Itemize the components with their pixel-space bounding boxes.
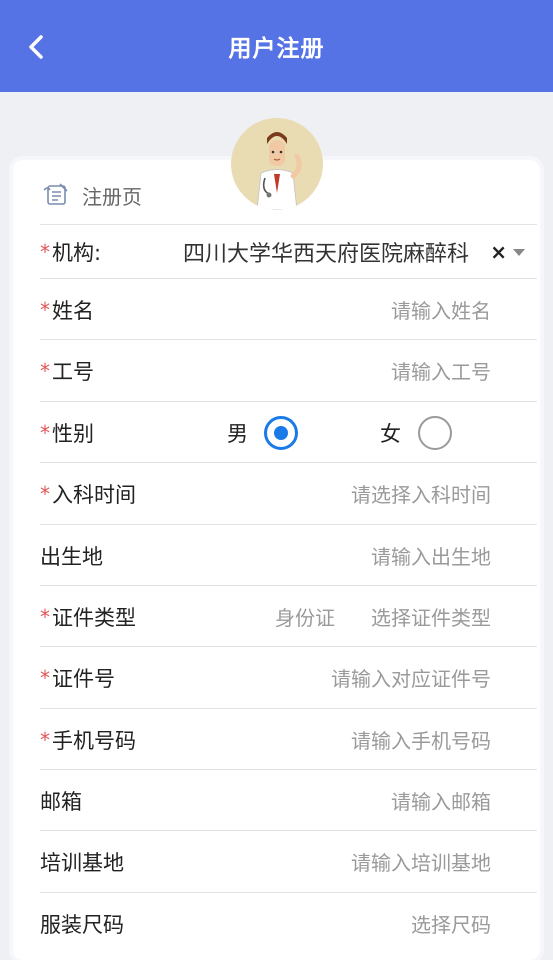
select-id-type-button[interactable]: 选择证件类型: [371, 602, 491, 631]
id-number-input[interactable]: 请输入对应证件号: [331, 663, 491, 692]
staff-id-input[interactable]: 请输入工号: [391, 356, 491, 385]
id-number-label: 证件号: [52, 666, 115, 691]
back-button[interactable]: [22, 33, 50, 61]
male-radio[interactable]: [264, 415, 298, 450]
birthplace-input[interactable]: 请输入出生地: [371, 541, 491, 570]
page-title: 用户注册: [228, 36, 325, 62]
id-type-value: 身份证: [275, 606, 335, 630]
training-base-label: 培训基地: [40, 850, 124, 875]
name-input[interactable]: 请输入姓名: [391, 295, 491, 324]
name-label: 姓名: [52, 298, 94, 323]
entry-time-label: 入科时间: [52, 482, 136, 507]
id-type-row[interactable]: * 证件类型 身份证 选择证件类型: [40, 585, 537, 647]
id-number-row[interactable]: * 证件号 请输入对应证件号: [40, 646, 537, 708]
staff-id-row[interactable]: * 工号 请输入工号: [40, 339, 537, 401]
birthplace-row[interactable]: 出生地 请输入出生地: [40, 524, 537, 586]
chevron-left-icon: [29, 35, 43, 59]
scroll-icon: [43, 183, 68, 205]
phone-input[interactable]: 请输入手机号码: [351, 725, 491, 754]
clear-icon[interactable]: ×: [490, 240, 507, 264]
org-select-value[interactable]: 四川大学华西天府医院麻醉科: [183, 236, 490, 268]
org-row[interactable]: * 机构: 四川大学华西天府医院麻醉科 ×: [40, 224, 537, 279]
training-base-input[interactable]: 请输入培训基地: [351, 847, 491, 876]
training-base-row[interactable]: 培训基地 请输入培训基地: [40, 830, 537, 892]
doctor-avatar: [231, 118, 323, 210]
email-row[interactable]: 邮箱 请输入邮箱: [40, 769, 537, 831]
org-label: * 机构:: [40, 240, 102, 265]
gender-row: * 性别 男 女: [40, 401, 537, 463]
birthplace-label: 出生地: [40, 544, 103, 569]
phone-label: 手机号码: [52, 728, 136, 753]
male-label: 男: [227, 421, 248, 446]
page-label-text: 注册页: [82, 184, 142, 209]
staff-id-label: 工号: [52, 359, 94, 384]
gender-label: 性别: [52, 421, 94, 446]
clothing-size-label: 服装尺码: [40, 912, 124, 937]
female-label: 女: [380, 421, 401, 446]
header-bar: 用户注册: [0, 0, 553, 92]
email-input[interactable]: 请输入邮箱: [391, 786, 491, 815]
clothing-size-row[interactable]: 服装尺码 选择尺码: [40, 892, 537, 954]
select-size-button[interactable]: 选择尺码: [411, 909, 491, 938]
entry-time-row[interactable]: * 入科时间 请选择入科时间: [40, 462, 537, 524]
email-label: 邮箱: [40, 789, 82, 814]
entry-time-picker[interactable]: 请选择入科时间: [351, 479, 491, 508]
page-label: 注册页: [40, 179, 142, 211]
name-row[interactable]: * 姓名 请输入姓名: [40, 278, 537, 340]
caret-down-icon[interactable]: [513, 248, 525, 256]
female-radio[interactable]: [418, 415, 452, 450]
id-type-label: 证件类型: [52, 605, 136, 630]
phone-row[interactable]: * 手机号码 请输入手机号码: [40, 708, 537, 770]
